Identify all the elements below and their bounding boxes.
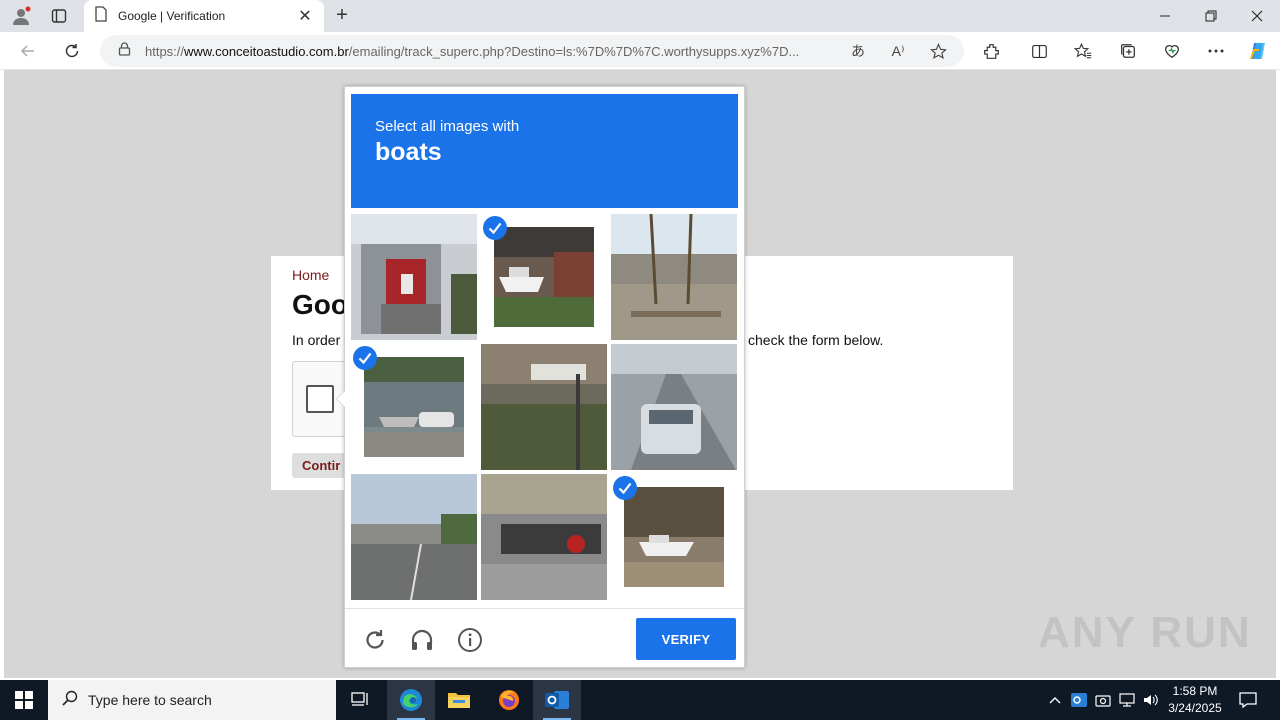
windows-taskbar: Type here to search 1:58 PM 3/24/2025: [0, 680, 1280, 720]
page-title: Goo: [292, 289, 348, 320]
tab-title: Google | Verification: [118, 9, 226, 23]
captcha-tile-6[interactable]: [611, 344, 737, 470]
show-hidden-icons-chevron-up-icon[interactable]: [1045, 690, 1065, 710]
edge-taskbar-icon[interactable]: [387, 680, 435, 720]
selected-check-icon: [483, 216, 507, 240]
camera-tray-icon[interactable]: [1093, 690, 1113, 710]
captcha-tile-2[interactable]: [481, 214, 607, 340]
captcha-instruction: Select all images with: [375, 118, 520, 135]
tile-image-boat-on-trailer-house: [364, 357, 464, 457]
restore-icon[interactable]: [1188, 0, 1234, 32]
copilot-icon[interactable]: [1244, 37, 1272, 65]
firefox-icon[interactable]: [485, 680, 533, 720]
outlook-tray-icon[interactable]: [1069, 690, 1089, 710]
notification-icon[interactable]: [1238, 690, 1258, 710]
captcha-footer: VERIFY: [345, 608, 744, 668]
new-tab-button[interactable]: +: [330, 4, 354, 28]
search-icon: [62, 690, 78, 711]
profile-icon[interactable]: [8, 4, 34, 28]
outlook-icon[interactable]: [533, 680, 581, 720]
tab-bar: Google | Verification ✕ +: [0, 0, 1280, 32]
headphones-icon[interactable]: [408, 626, 436, 654]
start-button[interactable]: [0, 680, 48, 720]
captcha-target: boats: [375, 138, 442, 166]
captcha-tile-4[interactable]: [351, 344, 477, 470]
translate-icon[interactable]: あ: [846, 39, 870, 63]
favorite-star-icon[interactable]: [926, 39, 950, 63]
captcha-tile-1[interactable]: [351, 214, 477, 340]
browser-toolbar: https://www.conceitoastudio.com.br/email…: [0, 32, 1280, 70]
tile-image-highway-car: [611, 344, 737, 470]
recaptcha-checkbox[interactable]: [306, 385, 334, 413]
popup-arrow: [336, 390, 345, 408]
split-screen-icon[interactable]: [1025, 37, 1053, 65]
task-view-icon[interactable]: [336, 680, 384, 720]
network-icon[interactable]: [1117, 690, 1137, 710]
captcha-tile-7[interactable]: [351, 474, 477, 600]
verify-button[interactable]: VERIFY: [636, 618, 736, 660]
captcha-tile-8[interactable]: [481, 474, 607, 600]
captcha-challenge-popup: Select all images with boats VERIFY: [336, 86, 745, 668]
windows-logo-icon: [15, 691, 33, 709]
volume-icon[interactable]: [1141, 690, 1161, 710]
clock-time: 1:58 PM: [1172, 684, 1218, 698]
minimize-icon[interactable]: [1142, 0, 1188, 32]
extensions-icon[interactable]: [977, 37, 1005, 65]
file-explorer-icon[interactable]: [435, 680, 483, 720]
taskbar-search-input[interactable]: Type here to search: [48, 680, 336, 720]
instruction-text-start: In order: [292, 332, 341, 348]
tile-image-building-entrance: [351, 214, 477, 340]
close-tab-icon[interactable]: ✕: [296, 6, 314, 26]
address-bar[interactable]: https://www.conceitoastudio.com.br/email…: [100, 35, 964, 67]
reload-icon[interactable]: [361, 626, 389, 654]
back-icon[interactable]: [14, 37, 42, 65]
tile-image-street-sign-yard: [481, 344, 607, 470]
favorites-icon[interactable]: [1069, 37, 1097, 65]
url-text[interactable]: https://www.conceitoastudio.com.br/email…: [145, 44, 835, 59]
refresh-icon[interactable]: [58, 37, 86, 65]
info-icon[interactable]: [456, 626, 484, 654]
watermark: ANY RUN: [1038, 608, 1252, 657]
lock-icon[interactable]: [118, 41, 131, 61]
read-aloud-icon[interactable]: A⁾: [886, 39, 910, 63]
captcha-tile-3[interactable]: [611, 214, 737, 340]
tile-image-boat-under-tree: [624, 487, 724, 587]
selected-check-icon: [353, 346, 377, 370]
captcha-tile-9[interactable]: [611, 474, 737, 600]
tab-actions-icon[interactable]: [46, 4, 72, 28]
tile-image-boat-by-house: [494, 227, 594, 327]
captcha-image-grid: [351, 214, 739, 602]
search-placeholder: Type here to search: [88, 692, 212, 708]
tile-image-overpass-road: [351, 474, 477, 600]
more-menu-icon[interactable]: [1202, 37, 1230, 65]
tile-image-street-square: [611, 214, 737, 340]
page-icon: [94, 5, 108, 27]
instruction-text-end: check the form below.: [748, 332, 884, 348]
breadcrumb-home-link[interactable]: Home: [292, 267, 329, 283]
clock-date: 3/24/2025: [1168, 701, 1222, 715]
tab-active[interactable]: Google | Verification ✕: [84, 0, 324, 32]
collections-icon[interactable]: [1114, 37, 1142, 65]
selected-check-icon: [613, 476, 637, 500]
captcha-header: Select all images with boats: [351, 94, 738, 208]
captcha-tile-5[interactable]: [481, 344, 607, 470]
browser-essentials-icon[interactable]: [1158, 37, 1186, 65]
close-window-icon[interactable]: [1234, 0, 1280, 32]
system-clock[interactable]: 1:58 PM 3/24/2025: [1160, 683, 1230, 717]
tile-image-parked-motorcycles: [481, 474, 607, 600]
